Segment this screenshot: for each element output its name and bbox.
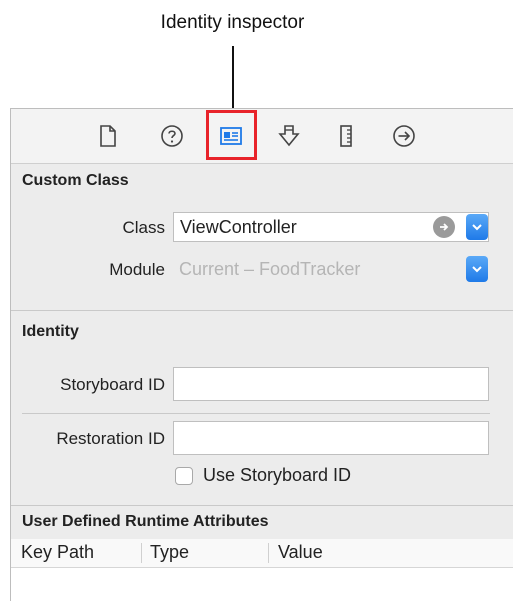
restoration-id-field[interactable] <box>173 421 489 455</box>
use-storyboard-id-checkbox[interactable] <box>175 467 193 485</box>
use-storyboard-id-label: Use Storyboard ID <box>203 465 352 485</box>
class-navigate-arrow-icon[interactable] <box>433 216 455 238</box>
class-field-value: ViewController <box>180 216 297 237</box>
column-header-type[interactable]: Type <box>150 542 189 563</box>
section-title-identity: Identity <box>22 323 79 340</box>
class-dropdown-chevron-icon[interactable] <box>466 214 488 240</box>
module-label: Module <box>109 260 165 279</box>
runtime-attributes-table-header: Key Path Type Value <box>11 539 513 568</box>
runtime-attributes-table-body[interactable] <box>11 568 513 601</box>
help-icon[interactable] <box>157 121 187 151</box>
identity-divider <box>22 413 490 414</box>
module-dropdown-chevron-icon[interactable] <box>466 256 488 282</box>
storyboard-id-label: Storyboard ID <box>60 375 165 394</box>
section-title-runtime-attributes: User Defined Runtime Attributes <box>22 513 269 530</box>
class-label: Class <box>122 218 165 237</box>
size-icon[interactable] <box>331 121 361 151</box>
restoration-id-label: Restoration ID <box>56 429 165 448</box>
callout-line <box>232 46 234 108</box>
connections-icon[interactable] <box>389 121 419 151</box>
column-header-value[interactable]: Value <box>278 542 323 563</box>
identity-inspector-highlight <box>206 110 257 160</box>
column-header-key-path[interactable]: Key Path <box>21 542 94 563</box>
column-separator <box>141 543 142 563</box>
module-field[interactable]: Current – FoodTracker <box>173 254 489 284</box>
inspector-panel: Custom Class Class ViewController Module… <box>10 108 513 601</box>
section-title-custom-class: Custom Class <box>22 172 129 189</box>
storyboard-id-field[interactable] <box>173 367 489 401</box>
column-separator <box>268 543 269 563</box>
callout-label: Identity inspector <box>160 12 305 33</box>
file-icon[interactable] <box>93 121 123 151</box>
module-field-placeholder: Current – FoodTracker <box>179 258 361 279</box>
identity-section: Identity Storyboard ID Restoration ID Us… <box>11 311 513 506</box>
attributes-icon[interactable] <box>274 121 304 151</box>
inspector-toolbar <box>11 109 513 164</box>
custom-class-section: Custom Class Class ViewController Module… <box>11 164 513 311</box>
